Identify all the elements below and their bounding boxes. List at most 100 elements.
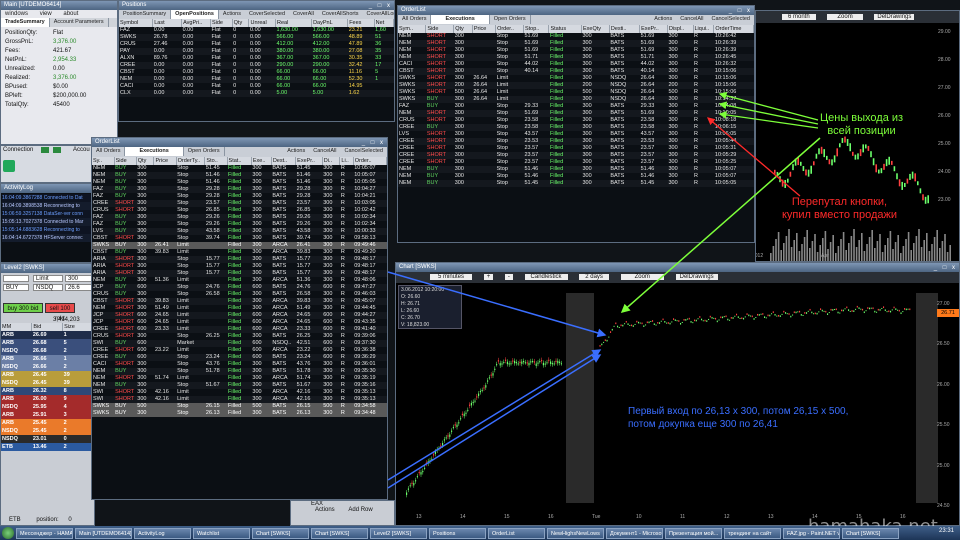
- table-row[interactable]: CBST 0.00 0.00 Flat 0 0.00 66.00 66.00 11.16 5: [119, 69, 394, 76]
- table-row[interactable]: NEM SHORT 300 Stop 51.71 Filled 300 BATS 51.71 30…: [398, 54, 754, 61]
- column-header[interactable]: Side: [114, 157, 137, 165]
- top-chart-interval[interactable]: 6 month: [782, 14, 816, 20]
- tab-account-params[interactable]: Account Parameters: [50, 18, 109, 27]
- cancel-selected-main-button[interactable]: CancelSelected: [340, 147, 387, 157]
- tab-trade-summary[interactable]: TradeSummary: [1, 18, 50, 27]
- table-row[interactable]: NEM SHORT 300 Stop 51.69 Filled 300 BATS 51.69 30…: [398, 110, 754, 117]
- table-row[interactable]: NEM BUY 300 Stop 51.45 Filled 300 BATS 51.45 300 R…: [398, 180, 754, 187]
- order-type-select[interactable]: Limit: [33, 275, 63, 282]
- tab-all-orders[interactable]: All Orders: [398, 15, 432, 24]
- tab-open-orders[interactable]: Open Orders: [490, 15, 531, 24]
- column-header[interactable]: Dest..: [271, 157, 297, 165]
- table-row[interactable]: NEM BUY 300 Stop 51.46 Filled 300 BATS 51.46 300 R…: [398, 166, 754, 173]
- sell-100-mkt-button[interactable]: sell 100 mkt: [45, 303, 75, 322]
- level2-row[interactable]: ARB 25.45 2: [1, 419, 94, 427]
- column-header[interactable]: Qty: [453, 25, 473, 33]
- cover-all-button[interactable]: CoverAll: [289, 10, 318, 19]
- column-header[interactable]: ExePr..: [295, 157, 323, 165]
- cancel-all-main-button[interactable]: CancelAll: [309, 147, 340, 157]
- taskbar-item[interactable]: Chart [SWKS]: [252, 527, 309, 539]
- taskbar-item[interactable]: Мессенджер - НАМАН...: [16, 527, 73, 539]
- level2-symbol-box[interactable]: [3, 275, 29, 282]
- table-row[interactable]: NEM SHORT 300 51.74 Limit Filled 300 ARCA 51.74 3…: [92, 375, 387, 382]
- tab-position-summary[interactable]: PositionSummary: [119, 10, 172, 19]
- dest-select[interactable]: NSDQ: [33, 284, 63, 291]
- table-row[interactable]: CBST SHORT 300 Stop 39.74 Filled 300 BATS 39.74 3…: [92, 235, 387, 242]
- table-row[interactable]: ALXN 89.76 0.00 Flat 0 0.00 367.00 367.00 30.35 3…: [119, 55, 394, 62]
- column-header[interactable]: Status: [548, 25, 582, 33]
- cover-all-shorts-button[interactable]: CoverAllShorts: [318, 10, 363, 19]
- table-row[interactable]: CACI SHORT 300 Stop 44.02 Filled 300 BATS 44.02 3…: [398, 61, 754, 68]
- column-header[interactable]: Symbol: [119, 19, 154, 27]
- level2-row[interactable]: NSDQ 25.95 4: [1, 403, 94, 411]
- cancel-selected-button[interactable]: CancelSelected: [707, 15, 754, 25]
- tab-open-orders-main[interactable]: Open Orders: [184, 147, 225, 156]
- table-row[interactable]: FAZ 0.00 0.00 Flat 0 0.00 1,630.00 1,630.00 23.2…: [119, 27, 394, 34]
- menu-view[interactable]: view: [40, 11, 52, 17]
- column-header[interactable]: Li..: [339, 157, 354, 165]
- table-row[interactable]: SWKS 26.78 0.00 Flat 0 0.00 566.00 566.00 48.89 5…: [119, 34, 394, 41]
- column-header[interactable]: Last: [152, 19, 183, 27]
- table-row[interactable]: CACI 0.00 0.00 Flat 0 0.00 66.00 66.00 14.95: [119, 83, 394, 90]
- column-header[interactable]: Net: [374, 19, 394, 27]
- price-input[interactable]: 26.6: [65, 284, 93, 291]
- start-button[interactable]: [2, 527, 14, 539]
- column-header[interactable]: Stat..: [227, 157, 252, 165]
- level2-row[interactable]: ARB 26.45 39: [1, 371, 94, 379]
- table-row[interactable]: CBST SHORT 300 Stop 40.14 Filled 300 BATS 40.14 3…: [398, 68, 754, 75]
- taskbar-item[interactable]: Презентация мой...: [665, 527, 722, 539]
- level2-row[interactable]: ARB 26.00 9: [1, 395, 94, 403]
- taskbar-item[interactable]: Документ1 - Microsof...: [606, 527, 663, 539]
- taskbar-item[interactable]: трендинг на сайт: [724, 527, 781, 539]
- column-header[interactable]: Displ..: [667, 25, 694, 33]
- column-header[interactable]: DayPnL: [311, 19, 349, 27]
- menu-about[interactable]: about: [63, 11, 78, 17]
- table-row[interactable]: PAY 0.00 0.00 Flat 0 0.00 380.00 380.00 27.08 35: [119, 48, 394, 55]
- table-row[interactable]: FAZ BUY 300 Stop 29.33 Filled 300 BATS 29.33 300 R…: [398, 103, 754, 110]
- table-row[interactable]: SWI SHORT 300 42.16 Limit Filled 300 ARCA 42.16 3…: [92, 396, 387, 403]
- column-header[interactable]: Sto..: [204, 157, 228, 165]
- table-row[interactable]: CRUS 27.46 0.00 Flat 0 0.00 412.00 412.00 47.89 3…: [119, 41, 394, 48]
- table-row[interactable]: CRUS SHORT 300 Stop 26.25 Filled 300 BATS 26.25 3…: [92, 333, 387, 340]
- table-row[interactable]: CREE BUY 600 Stop 23.24 Filled 600 BATS 23.24 600…: [92, 354, 387, 361]
- taskbar-item[interactable]: Positions: [429, 527, 486, 539]
- level2-row[interactable]: NSDQ 25.45 2: [1, 427, 94, 435]
- table-row[interactable]: ARIA SHORT 300 Stop 15.77 Filled 300 BATS 15.77 3…: [92, 270, 387, 277]
- table-row[interactable]: LVS SHORT 300 Stop 43.57 Filled 300 BATS 43.57 30…: [398, 131, 754, 138]
- column-header[interactable]: Side: [425, 25, 455, 33]
- tab-executions-main[interactable]: Executions: [125, 147, 184, 156]
- table-row[interactable]: SWKS SHORT 300 26.64 Limit Filled 300 NSDQ 26.64…: [398, 75, 754, 82]
- table-row[interactable]: SWKS BUY 500 Stop 26.15 Filled 500 BATS 26.15 500…: [92, 403, 387, 410]
- taskbar-item[interactable]: Level2 [SWKS]: [370, 527, 427, 539]
- level2-header[interactable]: MM: [1, 323, 33, 331]
- level2-row[interactable]: ARB 26.68 5: [1, 339, 94, 347]
- table-row[interactable]: SWKS SHORT 500 26.64 Limit Filled 500 NSDQ 26.64…: [398, 89, 754, 96]
- column-header[interactable]: Stop..: [523, 25, 550, 33]
- zoom-in-button[interactable]: +: [483, 274, 494, 280]
- table-row[interactable]: NEM SHORT 300 Stop 51.69 Filled 300 BATS 51.69 30…: [398, 33, 754, 40]
- table-row[interactable]: CREE SHORT 300 Stop 23.57 Filled 300 BATS 23.57 3…: [398, 152, 754, 159]
- column-header[interactable]: Side: [210, 19, 233, 27]
- table-row[interactable]: NEM 0.00 0.00 Flat 0 0.00 66.00 66.00 52.30 1: [119, 76, 394, 83]
- column-header[interactable]: AvgPri..: [181, 19, 211, 27]
- taskbar-item[interactable]: Chart [SWKS]: [842, 527, 899, 539]
- level2-row[interactable]: ETB 13.46 2: [1, 443, 94, 451]
- side-select[interactable]: BUY: [3, 284, 29, 291]
- main-chart-deldrawings[interactable]: DelDrawings: [675, 274, 718, 280]
- orders-actions-main[interactable]: Actions: [283, 147, 309, 157]
- table-row[interactable]: ARIA SHORT 300 Stop 15.77 Filled 300 BATS 15.77 3…: [92, 256, 387, 263]
- table-row[interactable]: SWKS BUY 300 Stop 26.13 Filled 300 BATS 26.13 300…: [92, 410, 387, 417]
- cancel-all-button[interactable]: CancelAll: [676, 15, 707, 25]
- level2-header[interactable]: Bid: [31, 323, 64, 331]
- level2-row[interactable]: NSDQ 26.45 39: [1, 379, 94, 387]
- cover-all-longs-button[interactable]: CoverAllLongs: [363, 10, 394, 19]
- table-row[interactable]: SWKS BUY 300 26.41 Limit Filled 300 ARCA 26.41 30…: [92, 242, 387, 249]
- table-row[interactable]: NEM BUY 300 51.36 Limit Filled 300 ARCA 51.36 300…: [92, 277, 387, 284]
- tab-open-positions[interactable]: OpenPositions: [171, 10, 219, 19]
- column-header[interactable]: Order..: [353, 157, 387, 165]
- table-row[interactable]: CREE SHORT 600 23.22 Limit Filled 600 ARCA 23.22…: [92, 347, 387, 354]
- table-row[interactable]: CRUS SHORT 300 Stop 26.85 Filled 300 BATS 26.85 3…: [92, 207, 387, 214]
- tab-executions[interactable]: Executions: [431, 15, 490, 24]
- table-row[interactable]: NEM SHORT 300 Stop 51.69 Filled 300 BATS 51.69 30…: [398, 47, 754, 54]
- table-row[interactable]: NEM SHORT 300 Stop 51.69 Filled 300 BATS 51.69 30…: [398, 40, 754, 47]
